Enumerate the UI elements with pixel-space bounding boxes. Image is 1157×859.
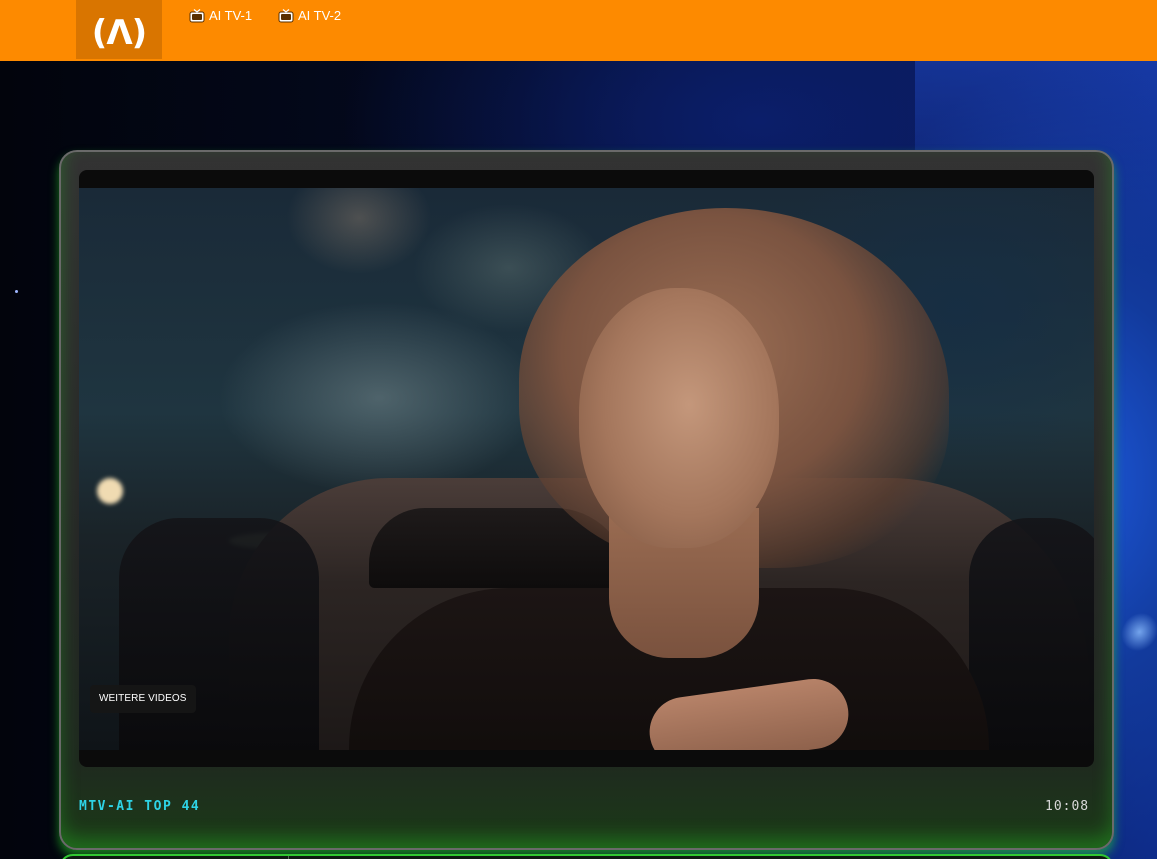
crowd-right [969,518,1094,750]
bokeh-light [97,478,123,504]
nav-link-ai-tv-1[interactable]: AI TV-1 [189,8,252,23]
top-navigation-bar: (Λ) AI TV-1 AI TV-2 [0,0,1157,61]
background-star [15,290,18,293]
crowd-left [119,518,319,750]
video-screen[interactable] [79,170,1094,767]
show-title: MTV-AI TOP 44 [79,799,201,814]
nav-label: AI TV-2 [298,8,342,23]
face-shape [579,288,779,548]
clock-display: 10:08 [1045,799,1090,814]
nav-label: AI TV-1 [209,8,253,23]
more-videos-button[interactable]: WEITERE VIDEOS [90,685,196,713]
tv-icon [278,8,294,22]
lower-panel-edge [59,854,1114,859]
nav-link-ai-tv-2[interactable]: AI TV-2 [278,8,341,23]
site-logo[interactable]: (Λ) [76,0,162,59]
tv-icon [189,8,205,22]
video-frame-image[interactable] [79,188,1094,750]
